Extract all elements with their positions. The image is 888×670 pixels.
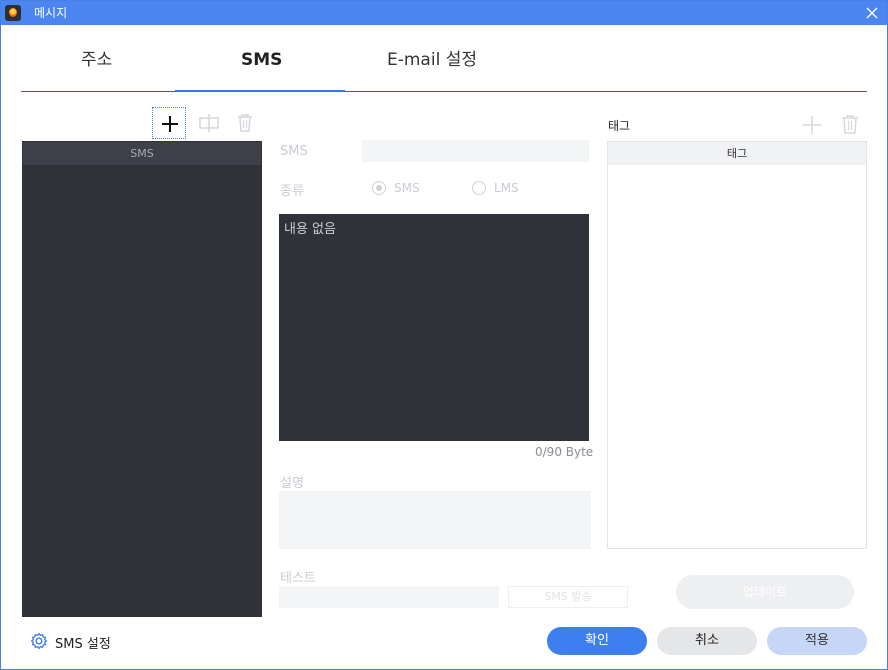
- delete-tag-icon[interactable]: [839, 113, 861, 135]
- lms-type-radio[interactable]: [472, 181, 486, 195]
- lms-type-label: LMS: [494, 181, 519, 195]
- description-field[interactable]: [279, 491, 591, 549]
- add-tag-icon[interactable]: [801, 114, 823, 136]
- tag-panel-title: 태그: [608, 119, 631, 133]
- active-tab-indicator: [175, 90, 345, 92]
- sms-settings-link[interactable]: SMS 설정: [55, 633, 111, 652]
- message-content-textarea[interactable]: 내용 없음: [279, 214, 589, 441]
- ok-button[interactable]: 확인: [547, 627, 647, 655]
- update-button[interactable]: 업데이트: [676, 575, 854, 609]
- sms-type-radio[interactable]: [372, 181, 386, 195]
- test-number-field[interactable]: [279, 586, 499, 608]
- tab-address[interactable]: 주소: [81, 49, 112, 71]
- byte-counter: 0/90 Byte: [535, 445, 594, 459]
- tab-sms[interactable]: SMS: [241, 49, 282, 71]
- tag-list-header: 태그: [608, 142, 866, 165]
- sms-name-label: SMS: [280, 144, 308, 159]
- duplicate-icon[interactable]: [191, 107, 225, 139]
- content-placeholder: 내용 없음: [284, 222, 336, 237]
- message-dialog: 메시지 주소 SMS E-mail 설정 SMS SMS 종류 SMS LMS …: [0, 0, 888, 670]
- close-icon[interactable]: [863, 4, 881, 22]
- title-bar: 메시지: [1, 1, 887, 25]
- send-sms-button[interactable]: SMS 발송: [508, 586, 628, 608]
- trash-icon[interactable]: [228, 107, 262, 139]
- cancel-button[interactable]: 취소: [657, 627, 757, 655]
- gear-icon[interactable]: [30, 632, 48, 650]
- tag-list[interactable]: 태그: [607, 141, 867, 549]
- type-label: 종류: [280, 184, 304, 199]
- test-label: 테스트: [280, 571, 316, 586]
- tab-email-settings[interactable]: E-mail 설정: [387, 49, 477, 71]
- window-title: 메시지: [34, 6, 68, 20]
- app-icon: [5, 5, 21, 21]
- tab-divider: [21, 91, 867, 92]
- sms-list[interactable]: SMS: [22, 141, 262, 617]
- sms-type-label: SMS: [394, 181, 420, 195]
- sms-list-header: SMS: [23, 142, 261, 165]
- add-icon[interactable]: [152, 107, 186, 139]
- sms-name-field[interactable]: [362, 140, 589, 162]
- description-label: 설명: [280, 476, 304, 491]
- apply-button[interactable]: 적용: [767, 627, 867, 655]
